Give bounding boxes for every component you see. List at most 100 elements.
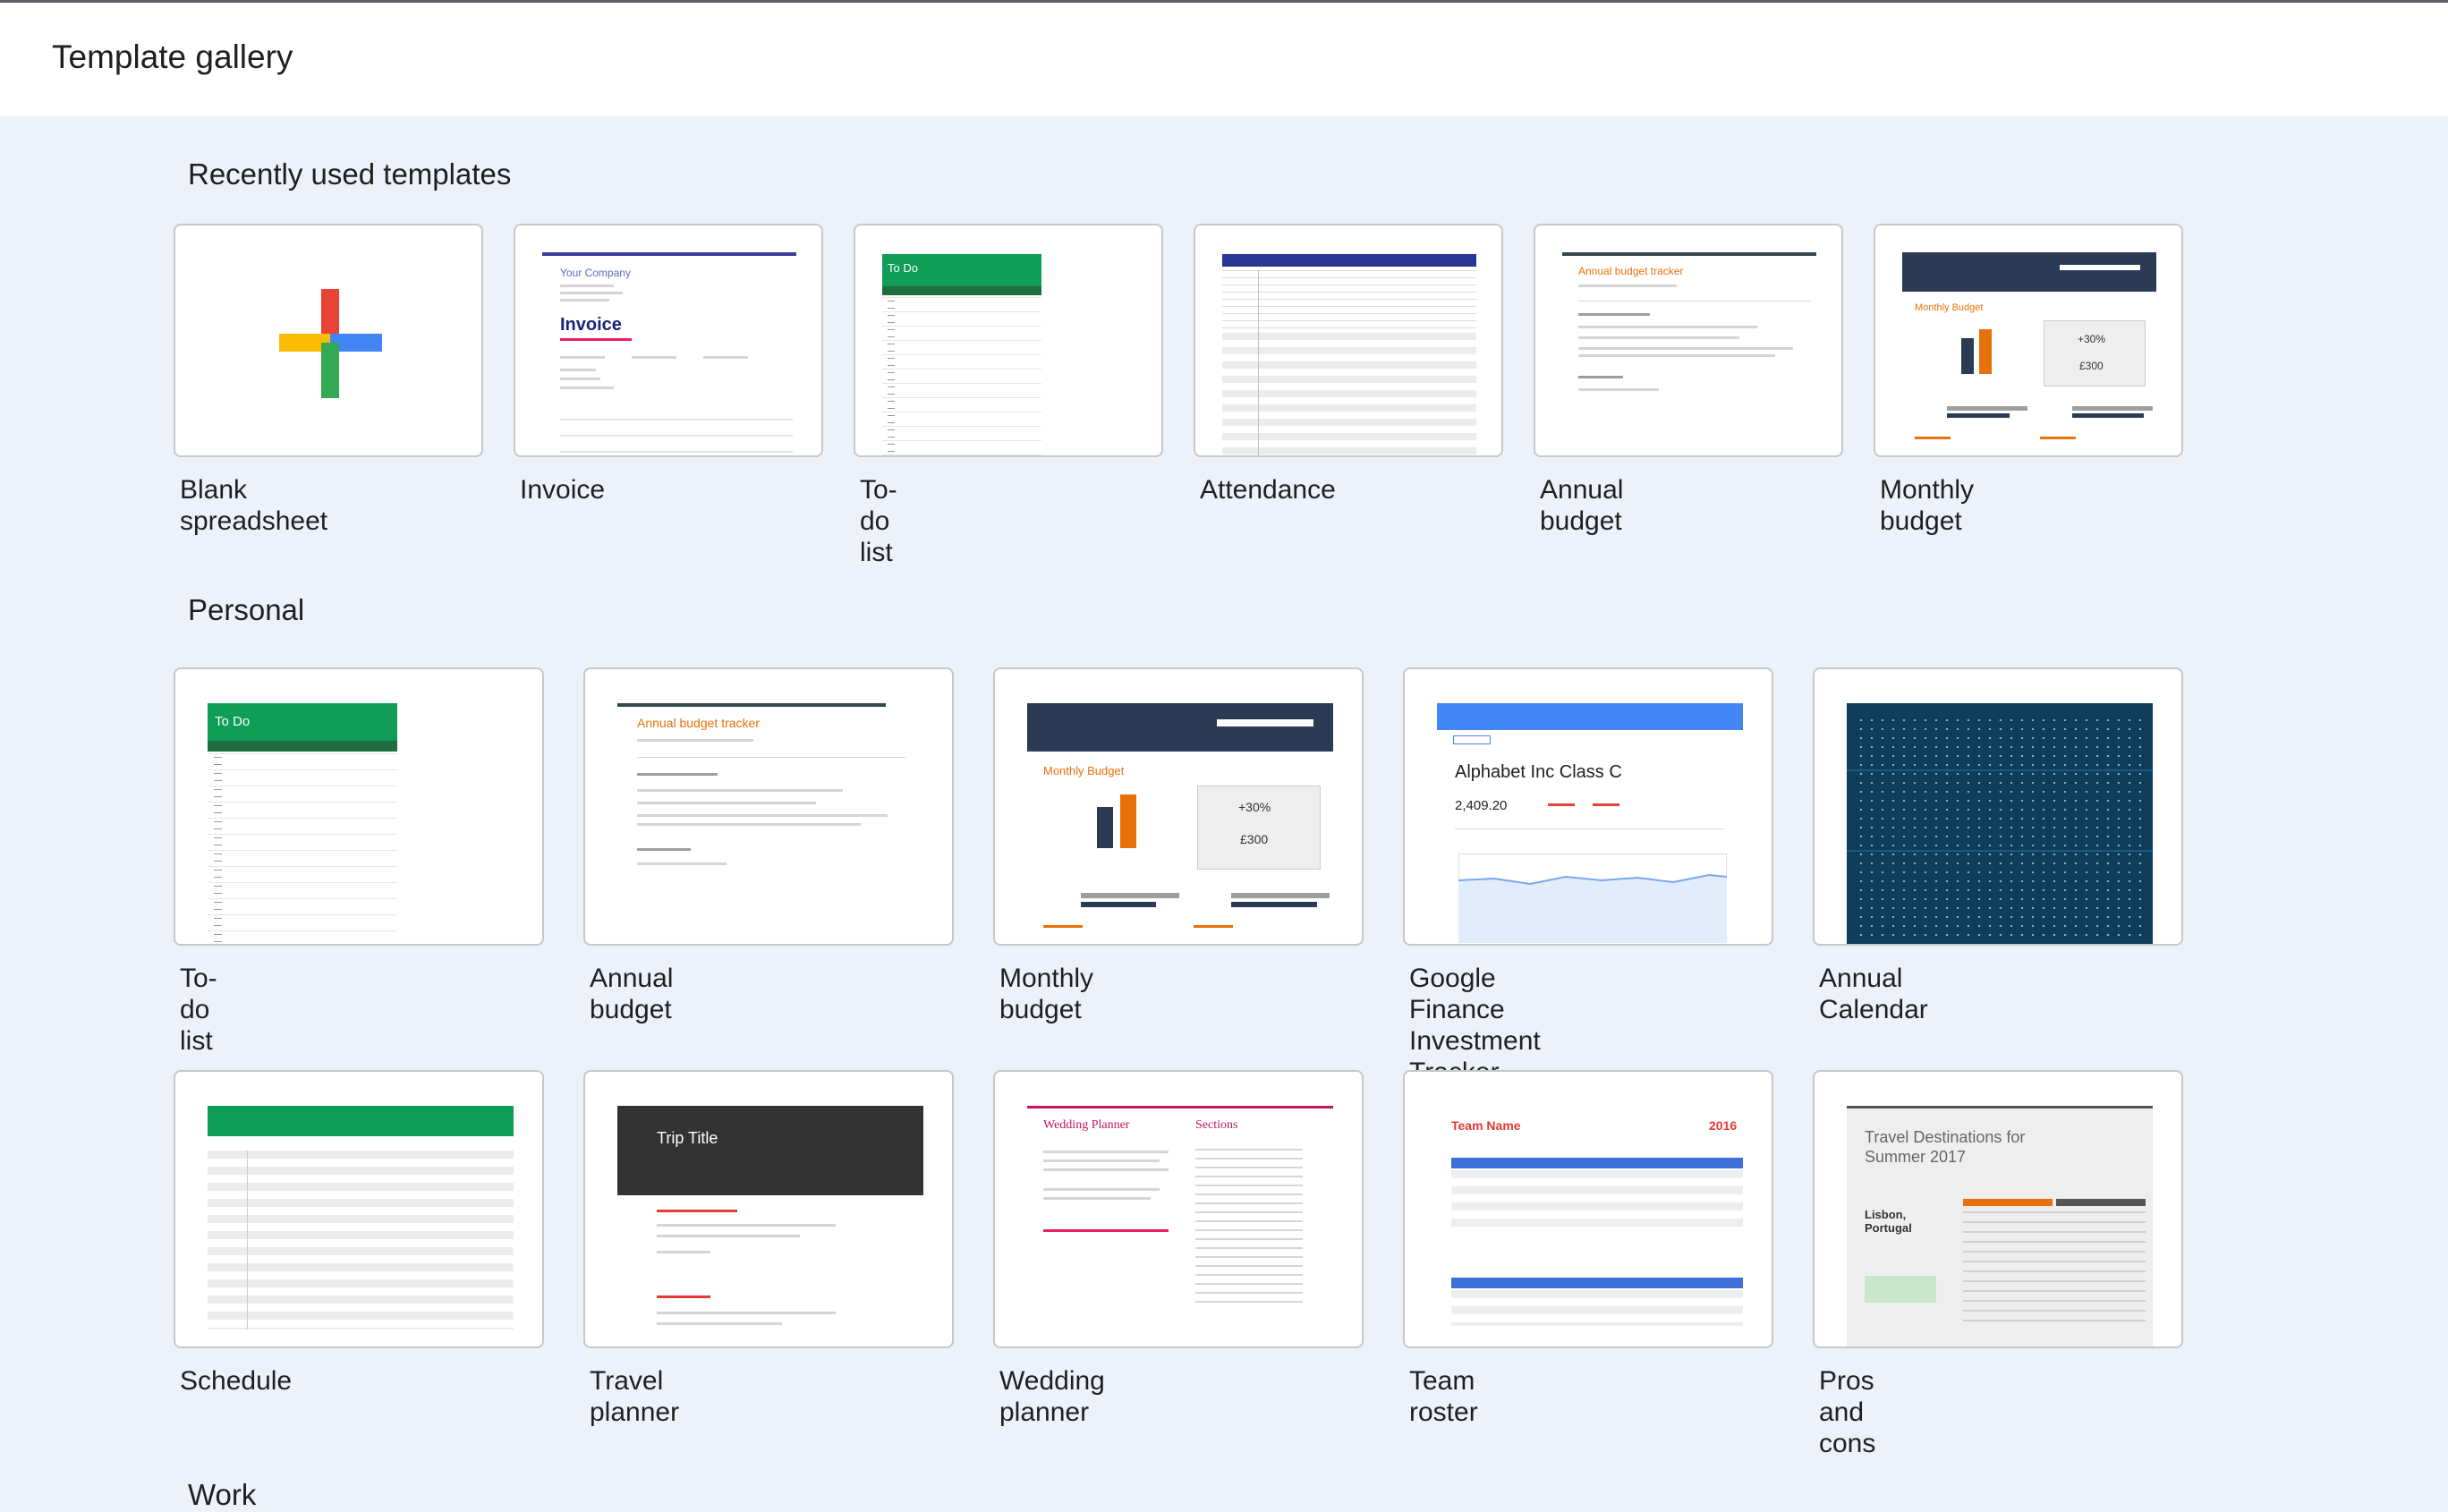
template-thumbnail[interactable]: To Do — [174, 667, 544, 946]
text-line — [657, 1295, 710, 1298]
text-line — [560, 356, 605, 359]
template-thumbnail[interactable]: To Do — [854, 224, 1163, 457]
preview-company: Your Company — [560, 267, 631, 279]
divider — [1847, 769, 2153, 771]
template-name: Annual Calendar — [1819, 964, 1928, 1024]
input-box — [1217, 719, 1313, 726]
summary-percent: +30% — [1238, 800, 1271, 814]
text-line — [560, 386, 614, 389]
divider — [1847, 850, 2153, 852]
text-line — [1578, 347, 1793, 350]
preview-heading: Travel Destinations for Summer 2017 — [1865, 1128, 2026, 1166]
text-line — [560, 378, 600, 380]
template-thumbnail[interactable]: Monthly Budget +30% £300 — [993, 667, 1364, 946]
text-line — [560, 292, 623, 294]
preview-heading: Trip Title — [657, 1129, 718, 1147]
text-line — [1043, 1151, 1169, 1153]
template-thumbnail[interactable]: Wedding Planner Sections — [993, 1070, 1364, 1348]
income-bar — [2072, 413, 2144, 418]
text-line — [1578, 388, 1659, 391]
rule — [1455, 828, 1723, 829]
cons-header — [2056, 1199, 2146, 1206]
expense-bar — [1947, 413, 2010, 418]
preview-heading: Annual budget tracker — [637, 716, 760, 730]
calendar-days — [1856, 716, 2144, 939]
text-line — [637, 789, 843, 792]
text-line — [637, 802, 816, 804]
template-thumbnail[interactable]: Travel Destinations for Summer 2017 Lisb… — [1813, 1070, 2183, 1348]
text-line — [2040, 437, 2076, 439]
summary-percent: +30% — [2078, 333, 2106, 345]
preview-heading: Monthly Budget — [1915, 302, 1984, 313]
template-thumbnail[interactable] — [174, 224, 483, 457]
summary-box — [2044, 320, 2146, 386]
section-title-recent: Recently used templates — [188, 157, 512, 191]
template-name: Monthly budget — [999, 964, 1094, 1024]
template-thumbnail[interactable]: Annual budget tracker — [1534, 224, 1843, 457]
preview-heading: Alphabet Inc Class C — [1455, 762, 1622, 782]
template-name: Travel planner — [590, 1366, 680, 1427]
summary-amount: £300 — [2079, 360, 2104, 372]
income-bar — [1231, 893, 1330, 898]
preview-price: 2,409.20 — [1455, 798, 1508, 813]
template-thumbnail[interactable] — [1813, 667, 2183, 946]
text-line — [1578, 354, 1775, 357]
text-line — [632, 356, 676, 359]
template-name: Blank spreadsheet — [180, 475, 328, 536]
text-line — [657, 1312, 836, 1314]
preview-heading: Annual budget tracker — [1578, 265, 1684, 277]
template-name: Wedding planner — [999, 1366, 1105, 1427]
roster-header — [1451, 1158, 1743, 1168]
template-thumbnail[interactable]: Annual budget tracker — [583, 667, 954, 946]
rule — [1578, 301, 1811, 302]
template-thumbnail[interactable] — [1194, 224, 1503, 457]
schedule-rows — [208, 1151, 514, 1329]
text-line — [1194, 925, 1233, 928]
section-list — [1195, 1149, 1303, 1310]
template-name: To-do list — [860, 475, 897, 567]
expense-bar — [1081, 902, 1156, 907]
text-line — [1578, 285, 1677, 287]
pros-header — [1963, 1199, 2053, 1206]
text-line — [560, 299, 609, 302]
template-thumbnail[interactable] — [174, 1070, 544, 1348]
text-line — [1043, 925, 1083, 928]
finance-header — [1437, 703, 1743, 730]
text-line — [560, 369, 596, 371]
gallery-header: Template gallery — [0, 3, 2448, 116]
text-line — [637, 814, 888, 817]
preview-city: Lisbon, Portugal — [1865, 1208, 1912, 1235]
template-thumbnail[interactable]: Team Name 2016 — [1403, 1070, 1773, 1348]
doc-top-bar — [1562, 252, 1816, 256]
section-title-work: Work — [188, 1478, 257, 1511]
preview-heading: To Do — [888, 261, 918, 275]
todo-rows — [208, 753, 397, 944]
trip-header — [617, 1106, 923, 1195]
template-thumbnail[interactable]: Trip Title — [583, 1070, 954, 1348]
checkbox-column — [214, 757, 222, 944]
text-line — [1578, 313, 1650, 316]
bar-start — [1097, 807, 1113, 848]
plus-icon — [279, 289, 382, 398]
text-line — [560, 285, 614, 287]
bar-start — [1961, 338, 1974, 374]
template-name: Team roster — [1409, 1366, 1478, 1427]
text-line — [1043, 1188, 1160, 1191]
price-chart — [1458, 854, 1727, 943]
preview-heading: Monthly Budget — [1043, 764, 1125, 777]
divider — [1258, 270, 1259, 455]
bar-end — [1120, 794, 1136, 848]
template-name: Invoice — [520, 475, 606, 505]
template-name: Annual budget — [1540, 475, 1624, 536]
template-thumbnail[interactable]: Alphabet Inc Class C 2,409.20 — [1403, 667, 1773, 946]
template-thumbnail[interactable]: Your Company Invoice — [514, 224, 823, 457]
page-title: Template gallery — [52, 38, 293, 75]
template-thumbnail[interactable]: Monthly Budget +30% £300 — [1874, 224, 2183, 457]
text-line — [1043, 1229, 1169, 1232]
monthly-header — [1027, 703, 1333, 752]
change-percent — [1593, 803, 1619, 806]
section-title-personal: Personal — [188, 593, 305, 626]
text-line — [1043, 1159, 1160, 1162]
management-header — [1451, 1278, 1743, 1288]
input-box — [2060, 265, 2140, 270]
